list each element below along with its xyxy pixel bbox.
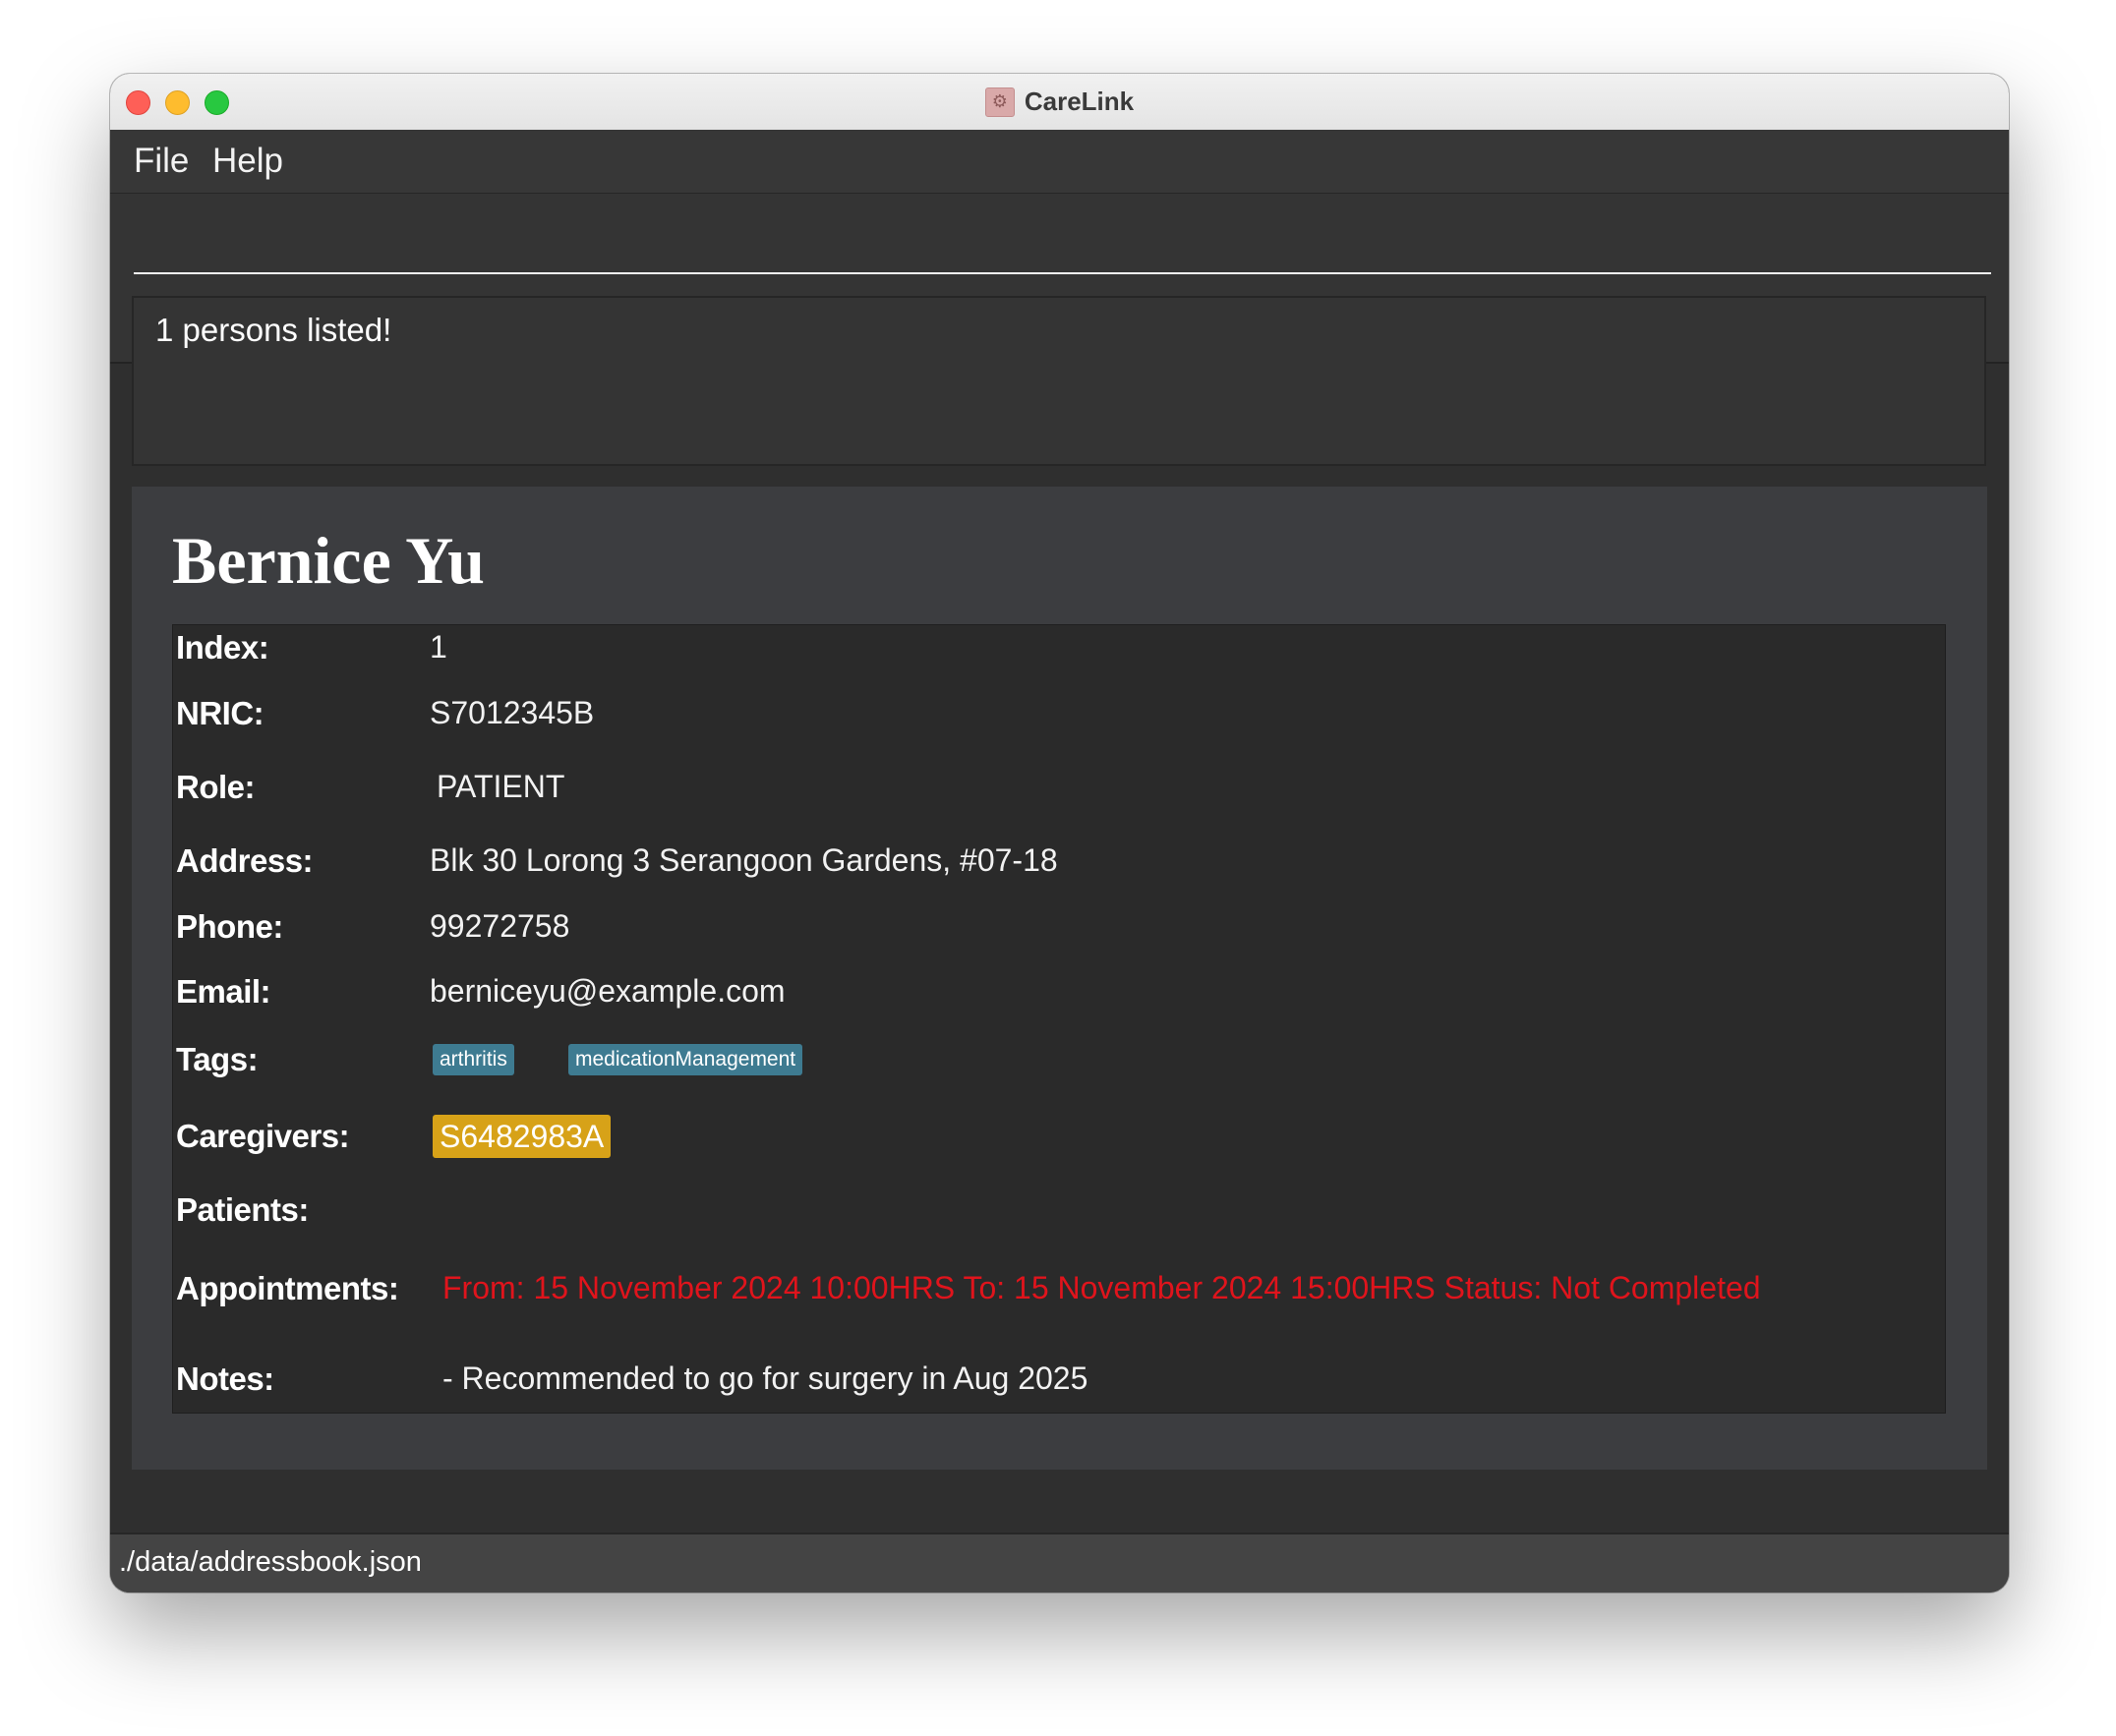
person-list[interactable]: Bernice Yu Index: 1 NRIC: S7012345B Role… bbox=[132, 487, 1987, 1470]
nric-value: S7012345B bbox=[430, 695, 595, 730]
command-input[interactable] bbox=[134, 202, 1991, 274]
menu-file[interactable]: File bbox=[134, 142, 189, 181]
app-logo-icon: ⚙ bbox=[984, 87, 1015, 117]
phone-value: 99272758 bbox=[430, 908, 570, 944]
appointment-entry: From: 15 November 2024 10:00HRS To: 15 N… bbox=[442, 1270, 1761, 1305]
result-display: 1 persons listed! bbox=[132, 296, 1986, 466]
nric-label: NRIC: bbox=[176, 695, 264, 731]
tags-label: Tags: bbox=[176, 1041, 259, 1077]
appointments-label: Appointments: bbox=[176, 1270, 399, 1306]
result-message: 1 persons listed! bbox=[155, 312, 392, 348]
phone-label: Phone: bbox=[176, 908, 283, 945]
person-name: Bernice Yu bbox=[172, 523, 485, 598]
email-value: berniceyu@example.com bbox=[430, 973, 786, 1009]
notes-label: Notes: bbox=[176, 1360, 274, 1397]
menu-bar: File Help bbox=[110, 130, 2009, 194]
role-label: Role: bbox=[176, 769, 256, 805]
caregivers-label: Caregivers: bbox=[176, 1118, 350, 1154]
address-label: Address: bbox=[176, 842, 314, 879]
notes-value: - Recommended to go for surgery in Aug 2… bbox=[442, 1360, 1088, 1396]
index-value: 1 bbox=[430, 629, 447, 665]
person-detail-card[interactable]: Index: 1 NRIC: S7012345B Role: PATIENT A… bbox=[172, 624, 1946, 1414]
tag-chip: arthritis bbox=[433, 1044, 514, 1075]
address-value: Blk 30 Lorong 3 Serangoon Gardens, #07-1… bbox=[430, 842, 1058, 878]
patients-label: Patients: bbox=[176, 1191, 309, 1228]
title-bar: ⚙ CareLink bbox=[110, 74, 2009, 131]
app-window: ⚙ CareLink File Help 1 persons listed! B… bbox=[110, 74, 2009, 1592]
tag-chip: medicationManagement bbox=[568, 1044, 803, 1075]
role-value: PATIENT bbox=[437, 769, 565, 804]
caregiver-chip: S6482983A bbox=[433, 1115, 612, 1158]
email-label: Email: bbox=[176, 973, 271, 1010]
status-bar: ./data/addressbook.json bbox=[110, 1533, 2009, 1592]
index-label: Index: bbox=[176, 629, 269, 665]
menu-help[interactable]: Help bbox=[212, 142, 283, 181]
command-box: 1 persons listed! bbox=[110, 194, 2009, 466]
window-title: CareLink bbox=[1024, 87, 1135, 116]
data-file-path: ./data/addressbook.json bbox=[119, 1546, 422, 1578]
